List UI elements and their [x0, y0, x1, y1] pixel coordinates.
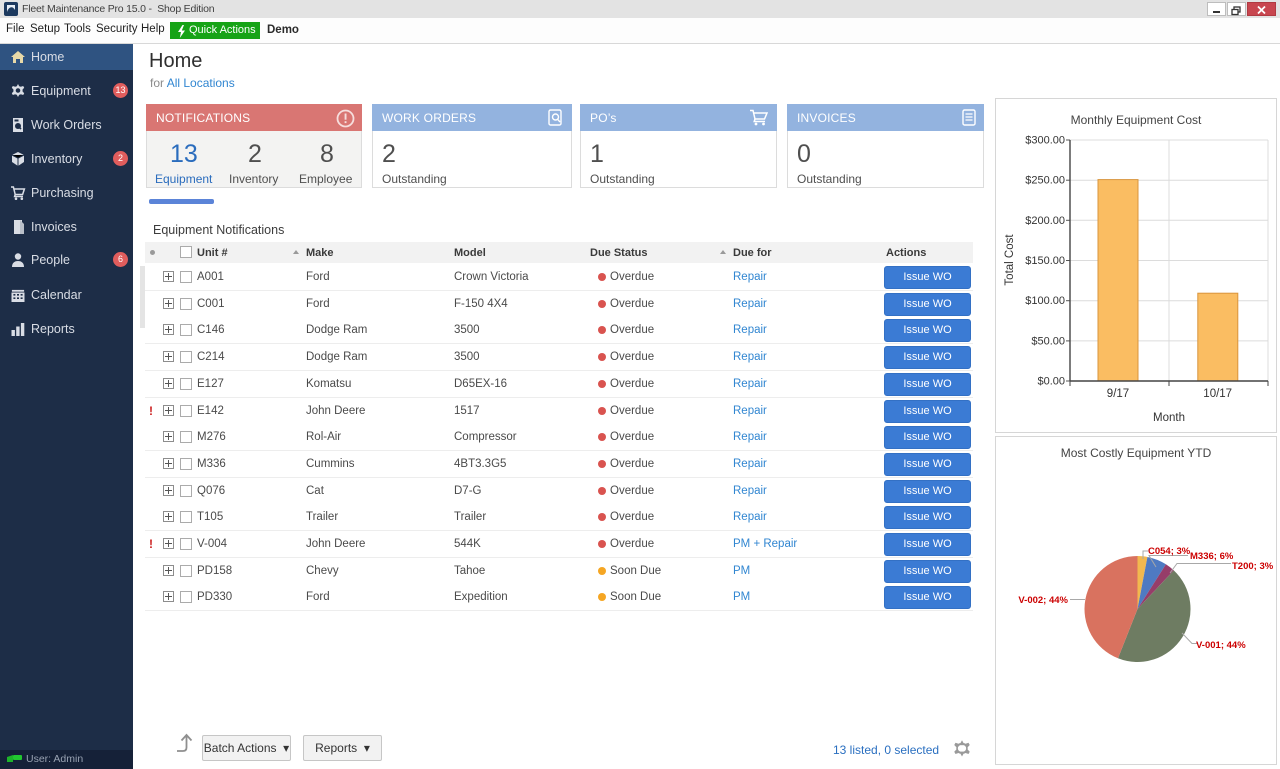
svg-text:$100.00: $100.00: [1025, 295, 1065, 307]
svg-text:T200; 3%: T200; 3%: [1232, 561, 1274, 572]
svg-text:$150.00: $150.00: [1025, 255, 1065, 267]
svg-text:$200.00: $200.00: [1025, 215, 1065, 227]
svg-text:10/17: 10/17: [1203, 388, 1232, 400]
svg-text:$300.00: $300.00: [1025, 135, 1065, 147]
svg-text:9/17: 9/17: [1107, 388, 1129, 400]
svg-text:$50.00: $50.00: [1031, 335, 1065, 347]
svg-text:Monthly Equipment Cost: Monthly Equipment Cost: [1071, 113, 1202, 127]
svg-text:C054; 3%: C054; 3%: [1148, 546, 1191, 557]
svg-text:V-002; 44%: V-002; 44%: [1018, 595, 1068, 606]
svg-text:M336; 6%: M336; 6%: [1190, 551, 1234, 562]
svg-text:Total Cost: Total Cost: [1004, 234, 1016, 286]
svg-text:Most Costly Equipment YTD: Most Costly Equipment YTD: [1061, 446, 1212, 460]
svg-text:$0.00: $0.00: [1037, 376, 1065, 388]
svg-text:V-001; 44%: V-001; 44%: [1196, 640, 1246, 651]
svg-text:Month: Month: [1153, 412, 1185, 424]
svg-text:$250.00: $250.00: [1025, 175, 1065, 187]
